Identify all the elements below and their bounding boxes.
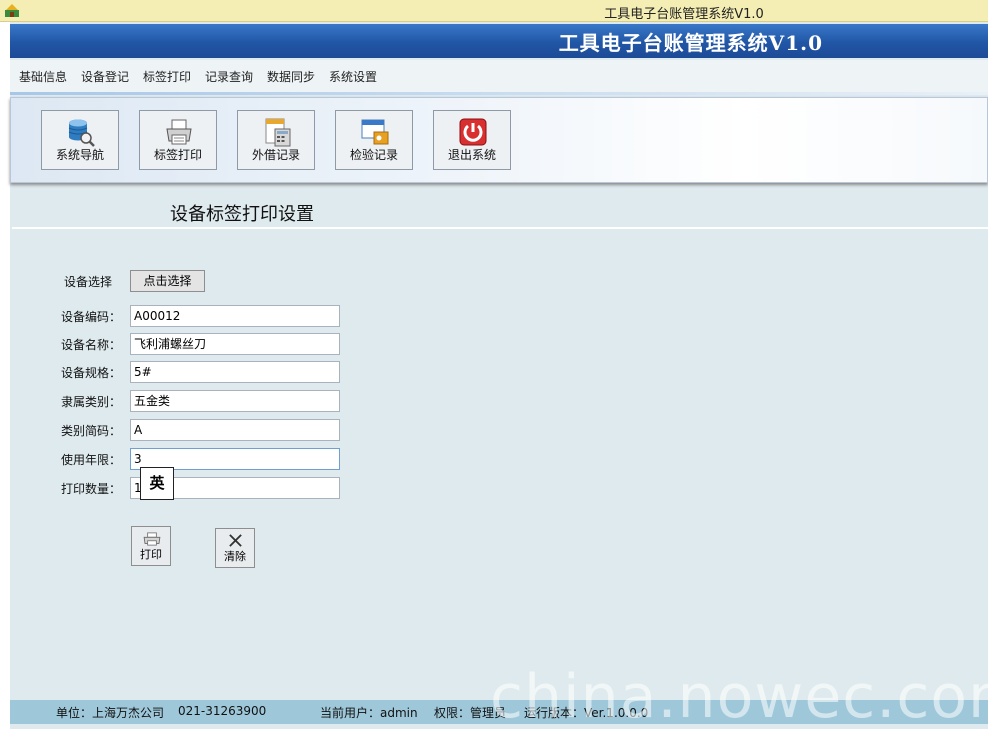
menu-bar: 基础信息 设备登记 标签打印 记录查询 数据同步 系统设置 [10,60,988,94]
app-frame: 工具电子台账管理系统V1.0 基础信息 设备登记 标签打印 记录查询 数据同步 … [10,22,988,732]
status-unit: 单位：上海万杰公司 [56,706,165,720]
database-search-icon [68,119,95,147]
select-device-button[interactable]: 点击选择 [130,270,205,292]
clear-button-label: 清除 [224,550,246,563]
tool-label: 检验记录 [349,148,398,162]
window-title: 工具电子台账管理系统V1.0 [604,7,764,22]
title-divider [12,227,988,229]
tool-label: 外借记录 [251,148,300,162]
page-title: 设备标签打印设置 [170,204,314,225]
print-button[interactable]: 打印 [131,526,171,566]
watermark: china.nowec.com [490,662,988,732]
tool-label: 系统导航 [55,148,104,162]
exit-system-button[interactable]: 退出系统 [433,110,511,170]
tool-label: 标签打印 [153,148,202,162]
loan-record-button[interactable]: 外借记录 [237,110,315,170]
category-code-label: 类别简码： [61,424,122,438]
menubar-divider [10,92,988,95]
device-spec-field[interactable]: 5# [130,361,340,383]
banner: 工具电子台账管理系统V1.0 [10,24,988,58]
device-code-field[interactable]: A00012 [130,305,340,327]
device-name-label: 设备名称： [61,338,122,352]
power-icon [459,118,487,146]
menu-item-record-query[interactable]: 记录查询 [205,68,253,85]
menu-item-data-sync[interactable]: 数据同步 [267,68,315,85]
device-name-field[interactable]: 飞利浦螺丝刀 [130,333,340,355]
category-code-field[interactable]: A [130,419,340,441]
printer-icon [143,532,161,546]
menu-item-label-print[interactable]: 标签打印 [143,68,191,85]
menu-item-device-register[interactable]: 设备登记 [81,68,129,85]
printer-icon [166,119,192,145]
print-quantity-label: 打印数量： [61,482,122,496]
window-titlebar[interactable]: 工具电子台账管理系统V1.0 [0,0,988,22]
tool-label: 退出系统 [447,148,496,162]
category-field[interactable]: 五金类 [130,390,340,412]
status-phone: 021-31263900 [178,704,267,718]
device-code-label: 设备编码： [61,310,122,324]
menu-item-basic-info[interactable]: 基础信息 [19,68,67,85]
clear-button[interactable]: 清除 [215,528,255,568]
system-navigation-button[interactable]: 系统导航 [41,110,119,170]
calculator-icon [265,118,291,147]
menu-item-system-settings[interactable]: 系统设置 [329,68,377,85]
device-select-label: 设备选择 [64,275,113,289]
inspection-record-button[interactable]: 检验记录 [335,110,413,170]
toolbar: 系统导航 标签打印 外借记录 检验记录 退出系统 [10,97,988,183]
banner-title: 工具电子台账管理系统V1.0 [558,31,823,55]
print-button-label: 打印 [140,548,162,561]
window-key-icon [361,119,389,145]
close-icon [229,534,242,547]
category-label: 隶属类别： [61,395,122,409]
status-user: 当前用户：admin [320,706,418,720]
main-content: 设备标签打印设置 设备选择 点击选择 设备编码： A00012 设备名称： 飞利… [10,190,988,700]
device-spec-label: 设备规格： [61,366,122,380]
ime-indicator: 英 [140,467,174,500]
service-years-label: 使用年限： [61,453,122,467]
label-print-button[interactable]: 标签打印 [139,110,217,170]
